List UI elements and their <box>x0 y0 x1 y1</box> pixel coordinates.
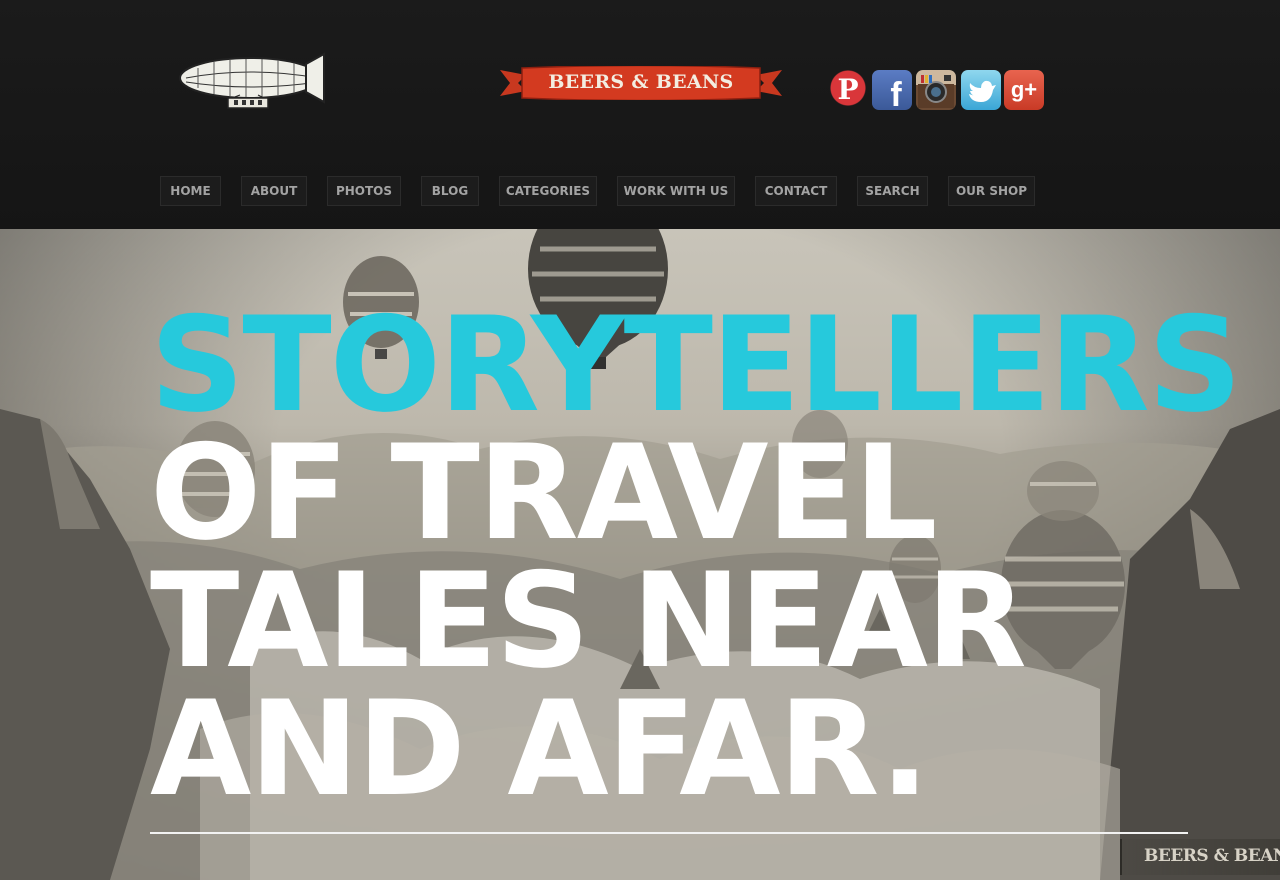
photo-watermark: BEERS & BEANS <box>1120 839 1280 875</box>
main-nav: HOME ABOUT PHOTOS BLOG CATEGORIES WORK W… <box>0 176 1280 206</box>
facebook-icon[interactable]: f <box>872 70 912 110</box>
headline-line-3: TALES NEAR <box>150 544 1027 697</box>
hero-divider <box>150 832 1188 834</box>
nav-contact[interactable]: CONTACT <box>755 176 837 206</box>
nav-about[interactable]: ABOUT <box>241 176 307 206</box>
hero-headline: STORYTELLERS OF TRAVEL TALES NEAR AND AF… <box>150 288 1242 825</box>
site-header: BEERS & BEANS P f g+ HOME ABOUT PHOTOS B… <box>0 0 1280 229</box>
instagram-glyph <box>918 75 954 108</box>
headline-line-2: OF TRAVEL <box>150 416 938 569</box>
watermark-text: BEERS & BEANS <box>1144 846 1280 866</box>
airship-icon <box>179 52 325 109</box>
logo-banner: BEERS & BEANS <box>500 66 782 100</box>
pinterest-icon[interactable]: P <box>828 70 868 110</box>
facebook-glyph: f <box>890 75 902 111</box>
google-plus-icon[interactable]: g+ <box>1004 70 1044 110</box>
twitter-glyph <box>969 80 996 102</box>
pinterest-glyph: P <box>837 73 859 106</box>
nav-our-shop[interactable]: OUR SHOP <box>948 176 1035 206</box>
hero-section: STORYTELLERS OF TRAVEL TALES NEAR AND AF… <box>0 229 1280 880</box>
headline-line-1: STORYTELLERS <box>150 288 1242 441</box>
nav-photos[interactable]: PHOTOS <box>327 176 401 206</box>
google-plus-glyph: g+ <box>1010 77 1038 102</box>
nav-home[interactable]: HOME <box>160 176 221 206</box>
nav-work-with-us[interactable]: WORK WITH US <box>617 176 735 206</box>
nav-categories[interactable]: CATEGORIES <box>499 176 597 206</box>
instagram-icon[interactable] <box>916 70 956 110</box>
brand-name: BEERS & BEANS <box>548 71 734 93</box>
site-logo[interactable]: BEERS & BEANS <box>178 52 782 116</box>
nav-blog[interactable]: BLOG <box>421 176 479 206</box>
twitter-icon[interactable] <box>961 70 1001 110</box>
nav-search[interactable]: SEARCH <box>857 176 928 206</box>
headline-line-4: AND AFAR. <box>150 672 930 825</box>
